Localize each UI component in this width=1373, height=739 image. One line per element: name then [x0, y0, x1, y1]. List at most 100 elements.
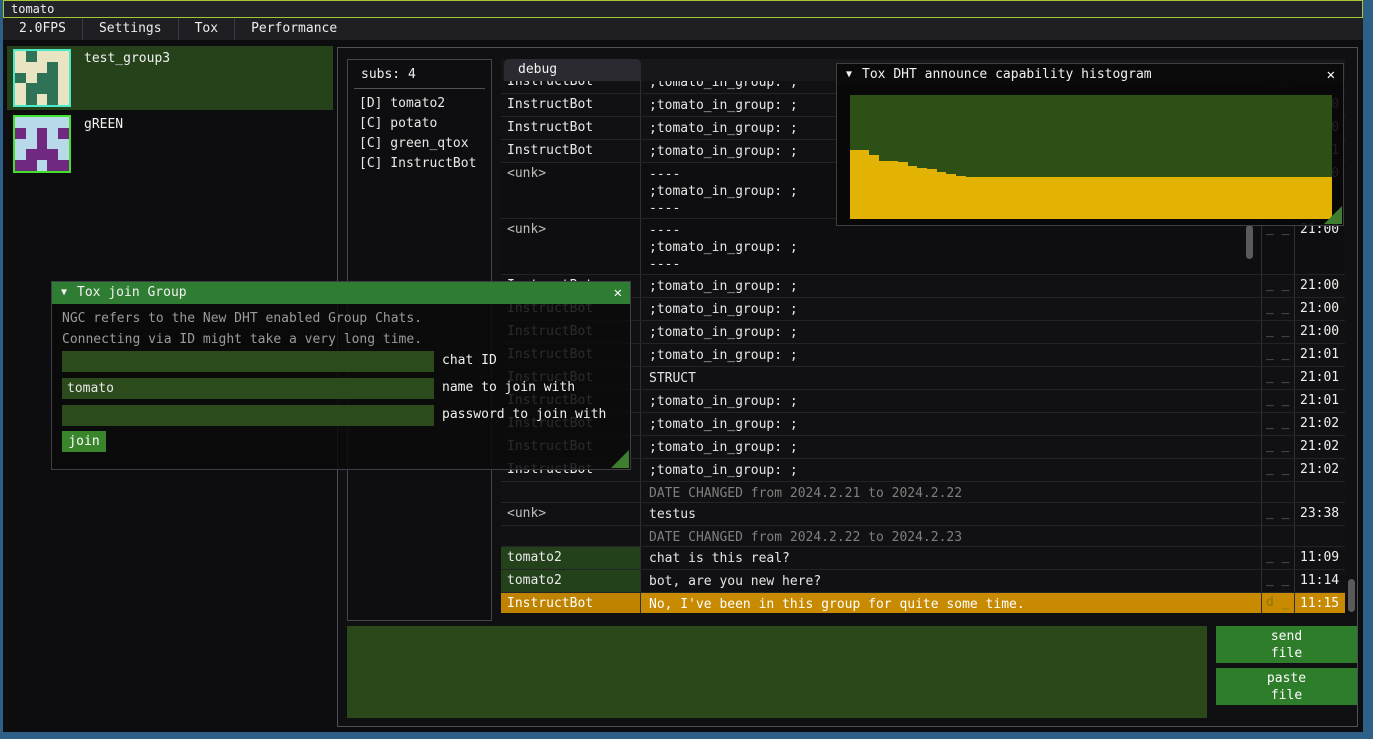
desktop: tomato 2.0FPS Settings Tox Performance t…	[0, 0, 1373, 739]
avatar-pixel	[15, 117, 26, 128]
peer-item[interactable]: [C] potato	[348, 113, 491, 133]
histogram-bar	[1149, 177, 1159, 219]
message-text: chat is this real?	[641, 547, 1262, 569]
avatar-pixel	[58, 94, 69, 105]
collapse-icon[interactable]: ▼	[61, 282, 67, 304]
timestamp: 21:00	[1295, 321, 1345, 343]
peer-list: [D] tomato2[C] potato[C] green_qtox[C] I…	[348, 93, 491, 173]
histogram-bar	[1303, 177, 1313, 219]
message-text: No, I've been in this group for quite so…	[641, 593, 1262, 613]
menu-performance[interactable]: Performance	[235, 18, 353, 40]
dht-histogram-titlebar[interactable]: ▼ Tox DHT announce capability histogram …	[837, 64, 1343, 86]
window-titlebar[interactable]: tomato	[3, 0, 1363, 18]
resize-grip[interactable]	[611, 450, 629, 468]
peer-item[interactable]: [C] green_qtox	[348, 133, 491, 153]
receipt-marks: _ _	[1262, 219, 1295, 274]
peer-item[interactable]: [D] tomato2	[348, 93, 491, 113]
avatar-pixel	[58, 62, 69, 73]
receipt-marks: d _	[1262, 593, 1295, 613]
avatar-pixel	[26, 62, 37, 73]
sender-name: InstructBot	[501, 81, 641, 93]
menu-settings[interactable]: Settings	[83, 18, 178, 40]
message-row[interactable]: DATE CHANGED from 2024.2.21 to 2024.2.22	[501, 482, 1345, 503]
avatar-pixel	[37, 139, 48, 150]
subs-count: subs: 4	[348, 60, 491, 82]
peer-item[interactable]: [C] InstructBot	[348, 153, 491, 173]
avatar-pixel	[26, 160, 37, 171]
receipt-marks: _ _	[1262, 298, 1295, 320]
close-icon[interactable]: ✕	[614, 282, 622, 304]
join-name-field[interactable]	[62, 378, 434, 399]
resize-grip[interactable]	[1324, 206, 1342, 224]
receipt-marks: _ _	[1262, 436, 1295, 458]
histogram-bar	[1178, 177, 1188, 219]
message-input[interactable]	[347, 626, 1207, 718]
avatar-pixel	[37, 73, 48, 84]
chat-id-field[interactable]	[62, 351, 434, 372]
receipt-marks: _ _	[1262, 367, 1295, 389]
join-group-titlebar[interactable]: ▼ Tox join Group ✕	[52, 282, 630, 304]
histogram-bar	[1024, 177, 1034, 219]
message-text: STRUCT	[641, 367, 1262, 389]
histogram-bar	[966, 177, 976, 219]
message-text: ;tomato_in_group: ;	[641, 298, 1262, 320]
message-row[interactable]: InstructBotNo, I've been in this group f…	[501, 593, 1345, 613]
histogram-bar	[850, 150, 860, 219]
timestamp: 21:02	[1295, 413, 1345, 435]
histogram-bar	[1313, 177, 1323, 219]
histogram-bar	[1265, 177, 1275, 219]
join-password-field[interactable]	[62, 405, 434, 426]
timestamp: 21:01	[1295, 390, 1345, 412]
timestamp: 21:01	[1295, 344, 1345, 366]
join-info-line: Connecting via ID might take a very long…	[62, 332, 422, 347]
message-row[interactable]: tomato2bot, are you new here?_ _11:14	[501, 570, 1345, 593]
timestamp: 23:38	[1295, 503, 1345, 525]
histogram-bar	[917, 168, 927, 219]
close-icon[interactable]: ✕	[1327, 64, 1335, 86]
message-row[interactable]: <unk>----;tomato_in_group: ;----_ _21:00	[501, 219, 1345, 275]
histogram-bar	[1159, 177, 1169, 219]
histogram-bar	[1130, 177, 1140, 219]
chat-scrollbar[interactable]	[1348, 579, 1355, 612]
avatar-pixel	[58, 73, 69, 84]
avatar-pixel	[15, 94, 26, 105]
group-row-test_group3[interactable]: test_group3	[7, 46, 333, 110]
tab-debug[interactable]: debug	[504, 59, 641, 81]
avatar-pixel	[47, 149, 58, 160]
avatar-pixel	[47, 73, 58, 84]
join-password-label: password to join with	[442, 407, 606, 422]
timestamp	[1295, 526, 1345, 546]
histogram-bar	[1187, 177, 1197, 219]
message-text: ;tomato_in_group: ;	[641, 459, 1262, 481]
dht-histogram-window: ▼ Tox DHT announce capability histogram …	[836, 63, 1344, 226]
avatar-pixel	[58, 117, 69, 128]
histogram-bar	[1004, 177, 1014, 219]
message-row[interactable]: DATE CHANGED from 2024.2.22 to 2024.2.23	[501, 526, 1345, 547]
avatar-pixel	[47, 51, 58, 62]
histogram-bar	[1226, 177, 1236, 219]
message-text: ;tomato_in_group: ;	[641, 344, 1262, 366]
histogram-bar	[1110, 177, 1120, 219]
avatar-pixel	[26, 117, 37, 128]
receipt-marks: _ _	[1262, 570, 1295, 592]
avatar-pixel	[26, 139, 37, 150]
app-window: tomato 2.0FPS Settings Tox Performance t…	[3, 0, 1363, 732]
join-button[interactable]: join	[62, 431, 106, 452]
avatar-pixel	[37, 128, 48, 139]
message-pane-scrollbar[interactable]	[1246, 225, 1253, 259]
menu-tox[interactable]: Tox	[179, 18, 234, 40]
paste-file-button[interactable]: paste file	[1216, 668, 1357, 705]
receipt-marks: _ _	[1262, 503, 1295, 525]
histogram-bar	[937, 172, 947, 219]
group-row-gREEN[interactable]: gREEN	[7, 112, 333, 172]
message-row[interactable]: <unk>testus_ _23:38	[501, 503, 1345, 526]
message-row[interactable]: tomato2chat is this real?_ _11:09	[501, 547, 1345, 570]
window-title: tomato	[11, 2, 54, 16]
avatar-pixel	[15, 51, 26, 62]
avatar-pixel	[58, 149, 69, 160]
receipt-marks: _ _	[1262, 390, 1295, 412]
separator	[354, 88, 485, 89]
message-text: testus	[641, 503, 1262, 525]
send-file-button[interactable]: send file	[1216, 626, 1357, 663]
collapse-icon[interactable]: ▼	[846, 64, 852, 86]
